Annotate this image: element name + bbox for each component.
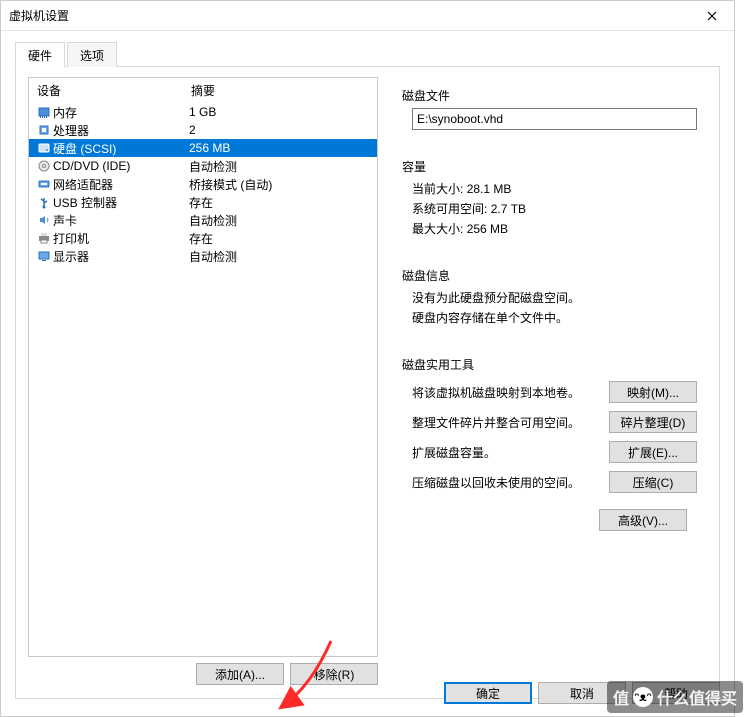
add-remove-row: 添加(A)... 移除(R) [28, 663, 378, 685]
free-space-label: 系统可用空间: [412, 202, 487, 216]
device-summary: 桥接模式 (自动) [189, 176, 371, 193]
map-button[interactable]: 映射(M)... [609, 381, 697, 403]
settings-window: 虚拟机设置 硬件 选项 设备 摘要 内存 1 GB [0, 0, 735, 717]
add-button[interactable]: 添加(A)... [196, 663, 284, 685]
capacity-max: 最大大小: 256 MB [402, 219, 697, 239]
watermark-text-2: 什么值得买 [657, 685, 737, 709]
device-summary: 1 GB [189, 105, 371, 119]
device-summary: 自动检测 [189, 248, 371, 265]
disk-info-line1: 没有为此硬盘预分配磁盘空间。 [402, 288, 697, 308]
device-row-network[interactable]: 网络适配器 桥接模式 (自动) [29, 175, 377, 193]
display-icon [37, 249, 51, 263]
tab-hardware[interactable]: 硬件 [15, 42, 65, 67]
device-list-header: 设备 摘要 [29, 78, 377, 103]
max-size-value: 256 MB [467, 222, 508, 236]
tab-row: 硬件 选项 [15, 41, 720, 67]
header-device: 设备 [37, 82, 191, 99]
tab-body: 设备 摘要 内存 1 GB 处理器 2 [15, 67, 720, 699]
map-desc: 将该虚拟机磁盘映射到本地卷。 [412, 384, 609, 401]
usb-icon [37, 195, 51, 209]
cpu-icon [37, 123, 51, 137]
disk-file-legend: 磁盘文件 [402, 87, 697, 104]
advanced-button[interactable]: 高级(V)... [599, 509, 687, 531]
watermark-text-1: 值 [613, 685, 629, 709]
device-name: CD/DVD (IDE) [53, 159, 189, 173]
printer-icon [37, 231, 51, 245]
device-name: 内存 [53, 104, 189, 121]
disk-file-group: 磁盘文件 [392, 77, 707, 138]
title-bar: 虚拟机设置 [1, 1, 734, 31]
defrag-button[interactable]: 碎片整理(D) [609, 411, 697, 433]
memory-icon [37, 105, 51, 119]
expand-button[interactable]: 扩展(E)... [609, 441, 697, 463]
max-size-label: 最大大小: [412, 222, 463, 236]
capacity-free: 系统可用空间: 2.7 TB [402, 199, 697, 219]
current-size-label: 当前大小: [412, 182, 463, 196]
right-panel: 磁盘文件 容量 当前大小: 28.1 MB 系统可用空间: 2.7 TB [392, 77, 707, 688]
ok-button[interactable]: 确定 [444, 682, 532, 704]
disk-info-line2: 硬盘内容存储在单个文件中。 [402, 308, 697, 328]
device-name: 打印机 [53, 230, 189, 247]
window-title: 虚拟机设置 [9, 7, 69, 24]
close-icon [707, 11, 717, 21]
remove-button[interactable]: 移除(R) [290, 663, 378, 685]
watermark: 值 ᵔᴥᵔ 什么值得买 [607, 681, 743, 713]
left-panel: 设备 摘要 内存 1 GB 处理器 2 [28, 77, 378, 688]
device-name: USB 控制器 [53, 194, 189, 211]
device-row-memory[interactable]: 内存 1 GB [29, 103, 377, 121]
device-name: 处理器 [53, 122, 189, 139]
content-area: 硬件 选项 设备 摘要 内存 1 GB [1, 31, 734, 713]
device-row-sound[interactable]: 声卡 自动检测 [29, 211, 377, 229]
device-row-usb[interactable]: USB 控制器 存在 [29, 193, 377, 211]
device-summary: 自动检测 [189, 158, 371, 175]
watermark-face-icon: ᵔᴥᵔ [633, 687, 653, 707]
device-name: 硬盘 (SCSI) [53, 140, 189, 157]
free-space-value: 2.7 TB [491, 202, 526, 216]
close-button[interactable] [689, 1, 734, 31]
device-name: 网络适配器 [53, 176, 189, 193]
device-summary: 存在 [189, 230, 371, 247]
device-row-cpu[interactable]: 处理器 2 [29, 121, 377, 139]
defrag-desc: 整理文件碎片并整合可用空间。 [412, 414, 609, 431]
device-row-cdrom[interactable]: CD/DVD (IDE) 自动检测 [29, 157, 377, 175]
capacity-group: 容量 当前大小: 28.1 MB 系统可用空间: 2.7 TB 最大大小: 25… [392, 148, 707, 247]
disk-utilities-group: 磁盘实用工具 将该虚拟机磁盘映射到本地卷。 映射(M)... 整理文件碎片并整合… [392, 346, 707, 539]
device-row-display[interactable]: 显示器 自动检测 [29, 247, 377, 265]
device-summary: 256 MB [189, 141, 371, 155]
sound-icon [37, 213, 51, 227]
disk-info-group: 磁盘信息 没有为此硬盘预分配磁盘空间。 硬盘内容存储在单个文件中。 [392, 257, 707, 336]
tab-options[interactable]: 选项 [67, 42, 117, 67]
header-summary: 摘要 [191, 82, 369, 99]
device-summary: 自动检测 [189, 212, 371, 229]
device-summary: 存在 [189, 194, 371, 211]
utilities-legend: 磁盘实用工具 [402, 356, 697, 373]
current-size-value: 28.1 MB [467, 182, 512, 196]
disk-info-legend: 磁盘信息 [402, 267, 697, 284]
device-row-printer[interactable]: 打印机 存在 [29, 229, 377, 247]
capacity-legend: 容量 [402, 158, 697, 175]
disk-file-path[interactable] [412, 108, 697, 130]
disk-icon [37, 141, 51, 155]
device-summary: 2 [189, 123, 371, 137]
network-icon [37, 177, 51, 191]
device-row-disk[interactable]: 硬盘 (SCSI) 256 MB [29, 139, 377, 157]
expand-desc: 扩展磁盘容量。 [412, 444, 609, 461]
device-name: 声卡 [53, 212, 189, 229]
device-name: 显示器 [53, 248, 189, 265]
device-list: 设备 摘要 内存 1 GB 处理器 2 [28, 77, 378, 657]
cd-icon [37, 159, 51, 173]
compact-desc: 压缩磁盘以回收未使用的空间。 [412, 474, 609, 491]
compact-button[interactable]: 压缩(C) [609, 471, 697, 493]
capacity-current: 当前大小: 28.1 MB [402, 179, 697, 199]
